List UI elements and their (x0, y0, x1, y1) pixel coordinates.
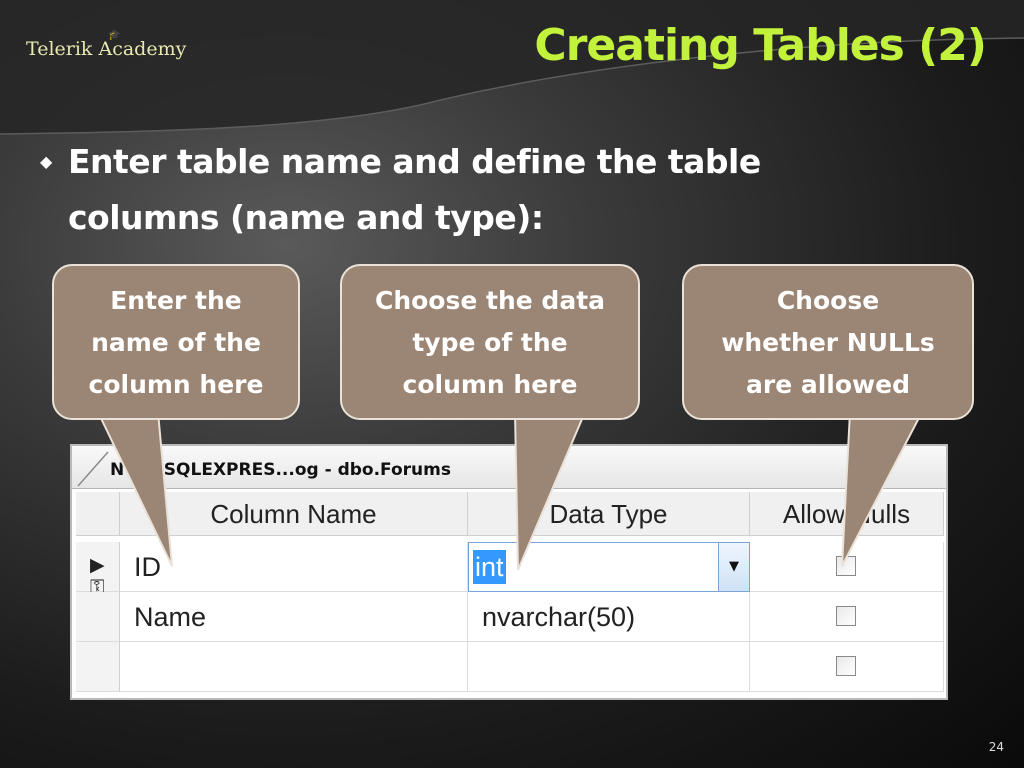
allow-nulls-callout: Choose whether NULLs are allowed (682, 264, 974, 420)
data-type-callout-pointer (513, 411, 587, 571)
column-name-cell[interactable] (120, 642, 468, 692)
allow-nulls-checkbox[interactable] (836, 656, 856, 676)
callout-line: name of the (91, 328, 261, 357)
allow-nulls-checkbox[interactable] (836, 606, 856, 626)
callout-line: Enter the (110, 286, 242, 315)
column-name-callout: Enter the name of the column here (52, 264, 300, 420)
slide-number: 24 (988, 740, 1004, 754)
data-type-cell[interactable] (468, 642, 750, 692)
callout-line: Choose the data (374, 286, 606, 315)
column-name-callout-pointer (96, 411, 173, 567)
data-type-callout: Choose the data type of the column here (340, 264, 640, 420)
row-selector[interactable] (76, 642, 120, 692)
callout-line: Choose (776, 286, 880, 315)
allow-nulls-cell (750, 642, 944, 692)
callout-line: type of the (412, 328, 568, 357)
callout-line: whether NULLs (721, 328, 935, 357)
slide: { "logo": { "text": "Telerik Academy" },… (0, 0, 1024, 768)
callout-line: column here (88, 370, 264, 399)
allow-nulls-callout-pointer (841, 411, 924, 567)
callout-line: are allowed (746, 370, 910, 399)
callout-line: column here (402, 370, 578, 399)
